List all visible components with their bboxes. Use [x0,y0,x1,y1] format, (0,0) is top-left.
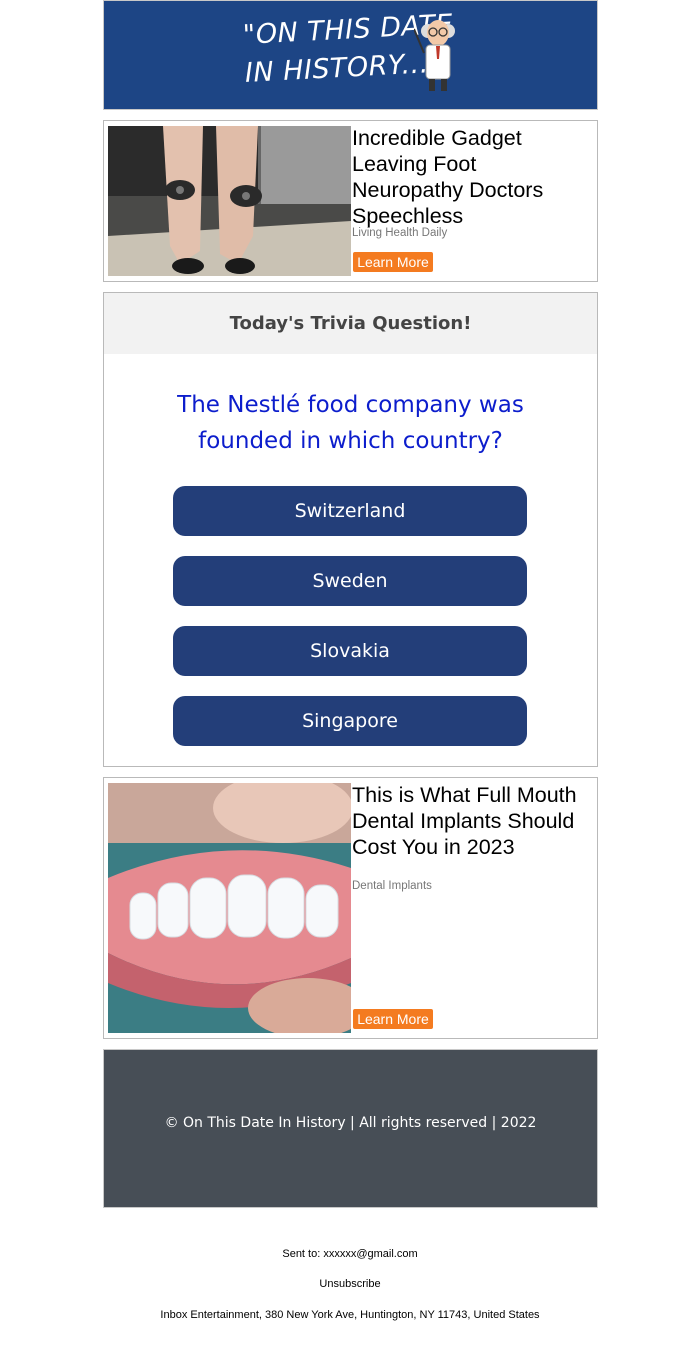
ad-2-learn-more-button[interactable]: Learn More [353,1009,433,1029]
trivia-heading: Today's Trivia Question! [104,293,597,354]
sponsored-ad-2[interactable]: This is What Full Mouth Dental Implants … [103,777,598,1039]
ad-1-learn-more-button[interactable]: Learn More [353,252,433,272]
ad-2-headline[interactable]: This is What Full Mouth Dental Implants … [352,782,592,860]
sent-to-text: Sent to: xxxxxx@gmail.com [282,1248,418,1260]
ad-2-source: Dental Implants [352,880,432,892]
trivia-question: The Nestlé food company was founded in w… [177,392,524,454]
answer-button-slovakia[interactable]: Slovakia [173,626,527,676]
professor-mascot-icon [414,20,455,91]
mailing-address: Inbox Entertainment, 380 New York Ave, H… [160,1309,540,1321]
answer-button-singapore[interactable]: Singapore [173,696,527,746]
unsubscribe-link[interactable]: Unsubscribe [0,1278,700,1290]
header-banner: "ON THIS DATE IN HISTORY..." [103,0,598,110]
sponsored-ad-1[interactable]: Incredible Gadget Leaving Foot Neuropath… [103,120,598,282]
ad-1-source: Living Health Daily [352,227,448,239]
footer: © On This Date In History | All rights r… [103,1049,598,1208]
answer-button-sweden[interactable]: Sweden [173,556,527,606]
ad-image-dentures[interactable] [108,783,351,1033]
trivia-card: Today's Trivia Question! The Nestlé food… [103,292,598,767]
ad-image-legs[interactable] [108,126,351,276]
footer-copyright: © On This Date In History | All rights r… [164,1115,537,1131]
answer-button-switzerland[interactable]: Switzerland [173,486,527,536]
ad-1-headline[interactable]: Incredible Gadget Leaving Foot Neuropath… [352,125,592,229]
